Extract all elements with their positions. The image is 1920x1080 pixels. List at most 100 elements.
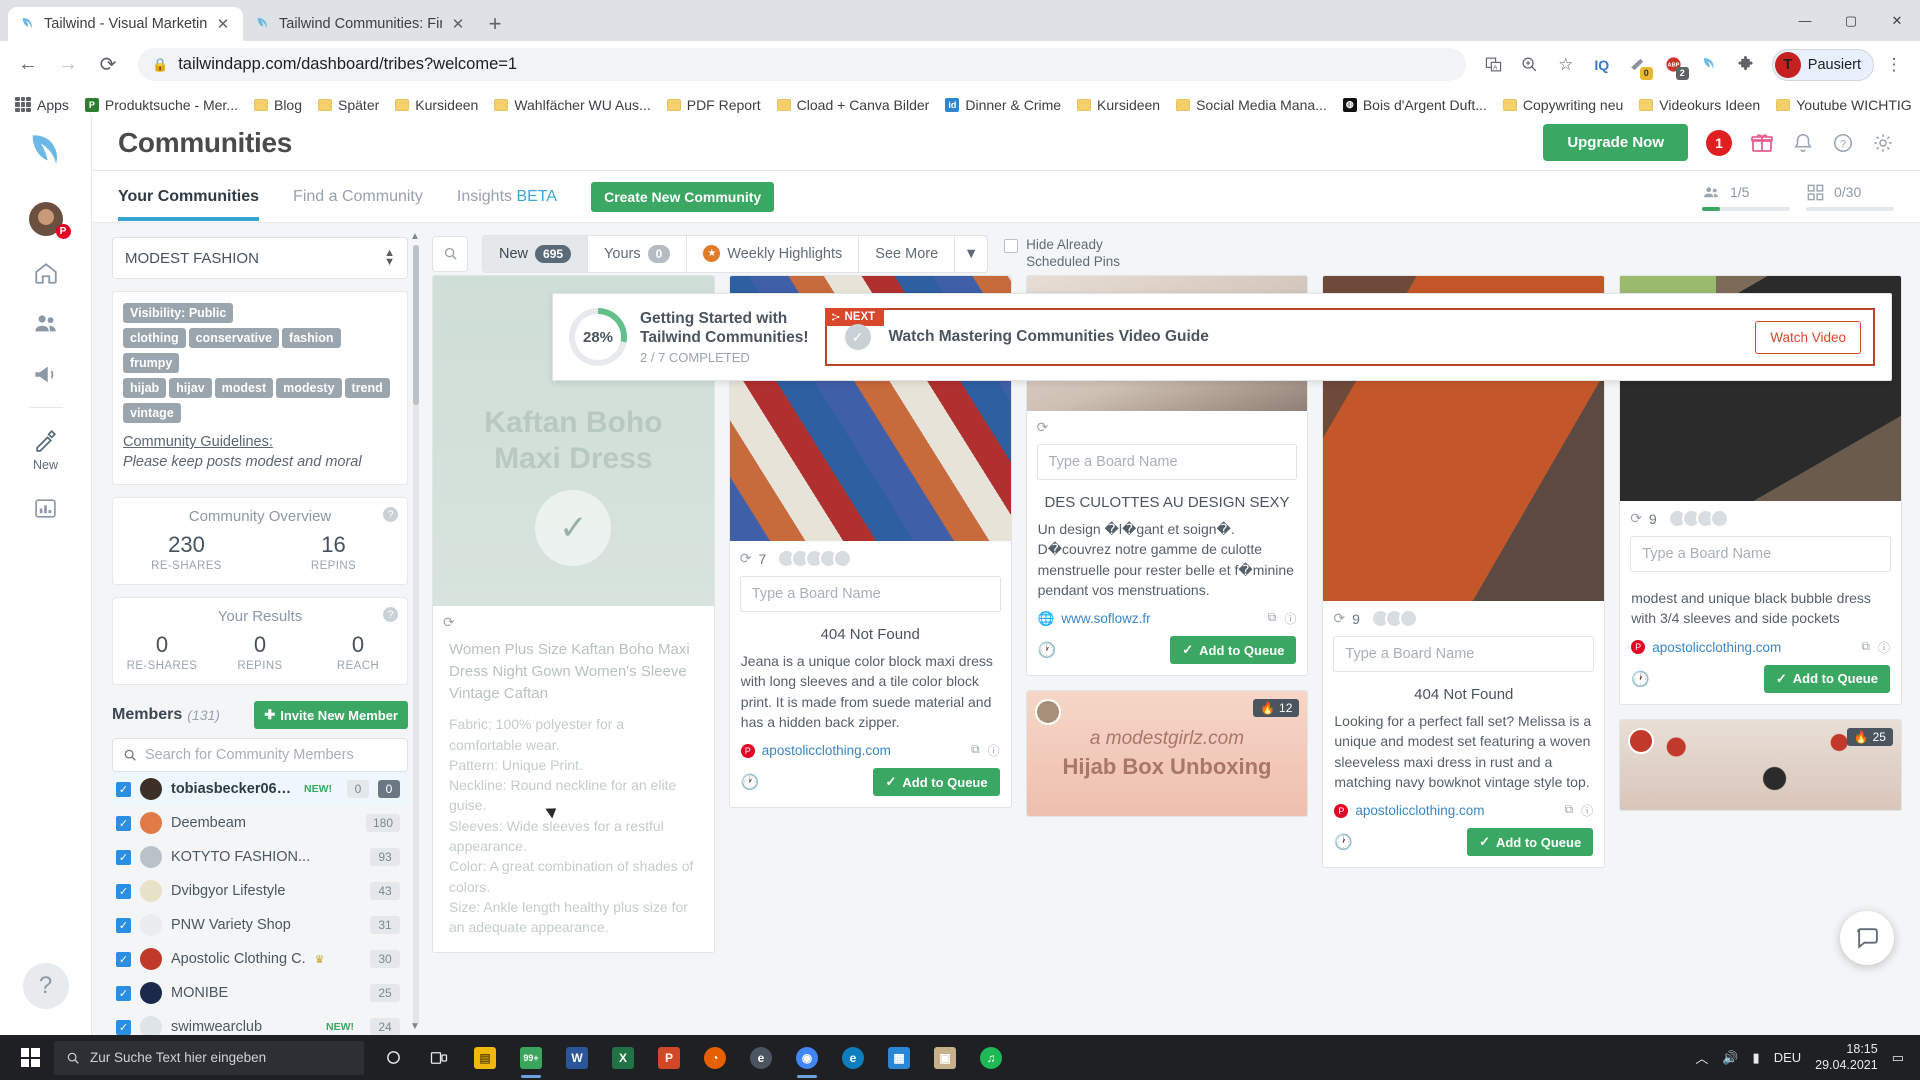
board-name-input[interactable]: Type a Board Name	[1036, 444, 1298, 480]
new-tab-button[interactable]: +	[478, 7, 512, 41]
powerpoint-button[interactable]: P	[646, 1035, 692, 1080]
excel-button[interactable]: X	[600, 1035, 646, 1080]
clock-icon[interactable]: 🕐	[1631, 670, 1650, 688]
pin-hijab-box[interactable]: 🔥 12 a modestgirlz.com Hijab Box Unboxing	[1025, 690, 1309, 818]
add-to-queue-button[interactable]: ✓ Add to Queue	[1170, 636, 1297, 665]
external-link-icon[interactable]: ⧉	[1565, 802, 1574, 819]
create-new-community-button[interactable]: Create New Community	[591, 181, 775, 212]
image-viewer-button[interactable]: ▣	[922, 1035, 968, 1080]
iq-extension-icon[interactable]: IQ	[1586, 49, 1618, 81]
sidebar-item-home[interactable]	[15, 247, 77, 297]
gift-icon[interactable]	[1750, 131, 1774, 155]
minimize-icon[interactable]: —	[1782, 0, 1828, 41]
onboarding-task[interactable]: NEXT ✓ Watch Mastering Communities Video…	[824, 308, 1875, 366]
member-checkbox[interactable]: ✓	[116, 815, 131, 831]
board-name-input[interactable]: Type a Board Name	[1630, 536, 1891, 572]
maximize-icon[interactable]: ▢	[1828, 0, 1874, 41]
gear-icon[interactable]	[1872, 132, 1894, 154]
reshare-icon[interactable]: ⟳	[1630, 510, 1642, 527]
bookmark-videokurs[interactable]: Videokurs Ideen	[1632, 93, 1767, 117]
tab-find-a-community[interactable]: Find a Community	[293, 173, 423, 220]
source-url[interactable]: apostolicclothing.com	[1355, 803, 1484, 818]
chevron-down-icon[interactable]: ▼	[955, 236, 987, 272]
board-name-input[interactable]: Type a Board Name	[1333, 636, 1595, 672]
bookmark-kursideen-1[interactable]: Kursideen	[388, 93, 485, 117]
browser-tab-2[interactable]: Tailwind Communities: Find Grea ✕	[243, 7, 478, 41]
word-button[interactable]: W	[554, 1035, 600, 1080]
notification-center-icon[interactable]: ▭	[1892, 1050, 1904, 1066]
file-explorer-button[interactable]: ▤	[462, 1035, 508, 1080]
translate-icon[interactable]: A	[1478, 49, 1510, 81]
upgrade-now-button[interactable]: Upgrade Now	[1543, 124, 1688, 161]
taskbar-clock[interactable]: 18:15 29.04.2021	[1815, 1042, 1878, 1073]
close-icon[interactable]: ✕	[215, 15, 231, 33]
grammarly-extension-icon[interactable]: 0	[1622, 49, 1654, 81]
close-icon[interactable]: ✕	[450, 15, 466, 33]
reshare-icon[interactable]: ⟳	[1037, 419, 1049, 436]
close-window-icon[interactable]: ✕	[1874, 0, 1920, 41]
sidebar-item-create[interactable]: New	[15, 416, 77, 483]
clock-icon[interactable]: 🕐	[1038, 641, 1057, 659]
feed-search-button[interactable]	[432, 235, 468, 272]
language-indicator[interactable]: DEU	[1774, 1050, 1801, 1065]
bookmark-blog[interactable]: Blog	[247, 93, 309, 117]
info-icon[interactable]: ⓘ	[1878, 639, 1890, 656]
add-to-queue-button[interactable]: ✓ Add to Queue	[873, 768, 1000, 797]
bookmark-dinner-crime[interactable]: id Dinner & Crime	[938, 93, 1068, 117]
back-icon[interactable]: ←	[10, 47, 46, 83]
external-link-icon[interactable]: ⧉	[971, 742, 980, 759]
member-checkbox[interactable]: ✓	[116, 1019, 131, 1035]
bookmark-bois-dargent[interactable]: ◍ Bois d'Argent Duft...	[1336, 93, 1494, 117]
list-item[interactable]: ✓ tobiasbecker061199 NEW! 0 0	[112, 772, 408, 807]
external-link-icon[interactable]: ⧉	[1268, 610, 1277, 627]
chrome-canary-button[interactable]: 99+	[508, 1035, 554, 1080]
browser-tab-1[interactable]: Tailwind - Visual Marketing Suite ✕	[8, 7, 243, 41]
list-item[interactable]: ✓ Dvibgyor Lifestyle 43	[112, 874, 408, 908]
photos-button[interactable]: ▦	[876, 1035, 922, 1080]
list-item[interactable]: ✓ Deembeam 180	[112, 806, 408, 840]
member-checkbox[interactable]: ✓	[116, 917, 131, 933]
bookmark-cload-canva[interactable]: Cload + Canva Bilder	[770, 93, 937, 117]
taskbar-search-input[interactable]: Zur Suche Text hier eingeben	[54, 1040, 364, 1075]
adblock-extension-icon[interactable]: ABP 2	[1658, 49, 1690, 81]
bookmark-social-media[interactable]: Social Media Mana...	[1169, 93, 1334, 117]
add-to-queue-button[interactable]: ✓ Add to Queue	[1467, 828, 1594, 857]
member-search-input[interactable]: Search for Community Members	[112, 738, 408, 773]
list-item[interactable]: ✓ MONIBE 25	[112, 976, 408, 1010]
help-button[interactable]: ?	[22, 963, 69, 1009]
chrome-button[interactable]: ◉	[784, 1035, 830, 1080]
pin-image[interactable]: 🔥 12 a modestgirlz.com Hijab Box Unboxing	[1026, 691, 1308, 817]
bookmark-apps[interactable]: Apps	[8, 93, 76, 117]
extensions-icon[interactable]	[1730, 49, 1762, 81]
pin-image[interactable]: 🔥 25	[1620, 719, 1901, 810]
list-item[interactable]: ✓ PNW Variety Shop 31	[112, 908, 408, 942]
chat-support-button[interactable]	[1840, 911, 1894, 965]
bell-icon[interactable]	[1792, 132, 1814, 154]
external-link-icon[interactable]: ⧉	[1861, 639, 1870, 656]
chevron-up-icon[interactable]: ︿	[1695, 1048, 1708, 1067]
watch-video-button[interactable]: Watch Video	[1755, 320, 1861, 354]
bookmark-kursideen-2[interactable]: Kursideen	[1070, 93, 1167, 117]
firefox-button[interactable]: ◔	[692, 1035, 738, 1080]
source-url[interactable]: www.soflowz.fr	[1061, 611, 1150, 626]
member-checkbox[interactable]: ✓	[116, 849, 131, 865]
checkbox[interactable]	[1004, 238, 1019, 253]
forward-icon[interactable]: →	[50, 47, 86, 83]
clock-icon[interactable]: 🕐	[741, 773, 760, 791]
tab-your-communities[interactable]: Your Communities	[118, 173, 260, 221]
volume-icon[interactable]: 🔊	[1722, 1050, 1738, 1066]
info-icon[interactable]: ⓘ	[988, 742, 1000, 759]
info-icon[interactable]: ⓘ	[1284, 610, 1296, 627]
sidebar-item-communities[interactable]	[15, 297, 77, 348]
clock-icon[interactable]: 🕐	[1334, 833, 1353, 851]
help-icon[interactable]: ?	[1832, 132, 1854, 154]
browser-menu-icon[interactable]: ⋮	[1878, 49, 1910, 81]
edge-button[interactable]: e	[830, 1035, 876, 1080]
network-icon[interactable]: ▮	[1753, 1050, 1760, 1066]
list-item[interactable]: ✓ Apostolic Clothing C. ♛ 30	[112, 942, 408, 976]
community-select[interactable]: MODEST FASHION ▲ ▼	[112, 237, 408, 279]
edge-legacy-button[interactable]: e	[738, 1035, 784, 1080]
board-name-input[interactable]: Type a Board Name	[739, 576, 1001, 612]
sidebar-item-insights[interactable]	[15, 483, 77, 532]
bookmark-copywriting[interactable]: Copywriting neu	[1496, 93, 1630, 117]
